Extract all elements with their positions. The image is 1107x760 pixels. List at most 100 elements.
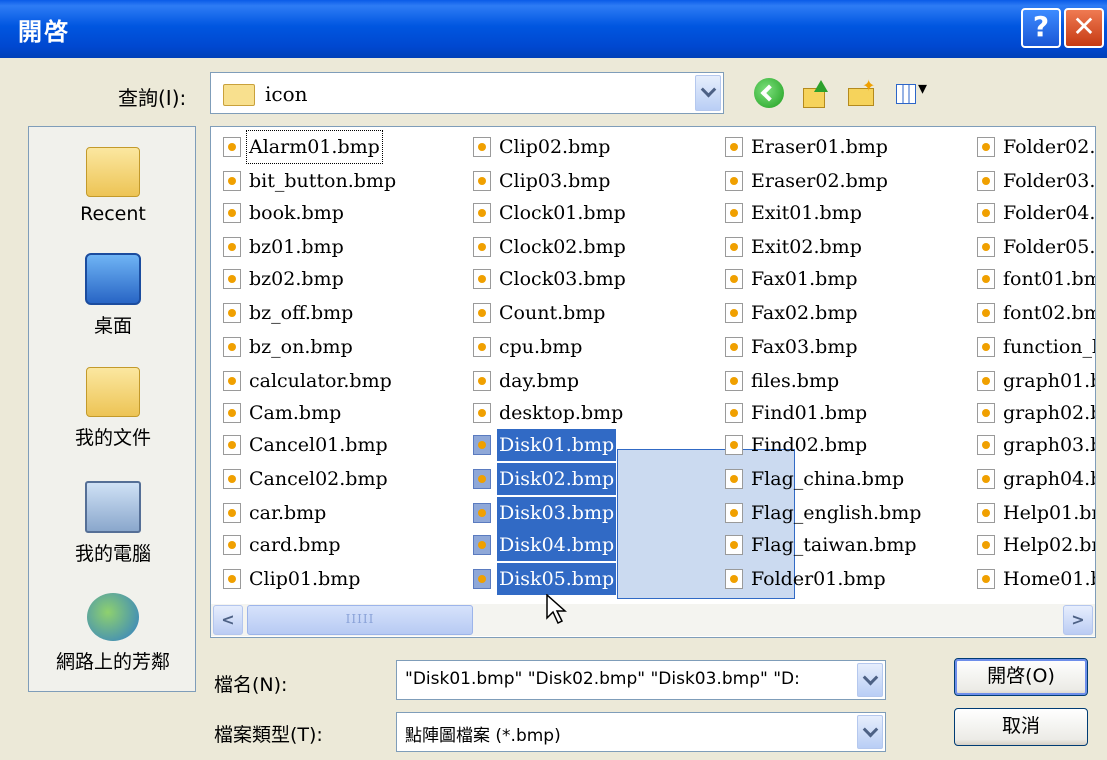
- file-item[interactable]: cpu.bmp: [465, 331, 705, 363]
- file-item[interactable]: Find01.bmp: [717, 397, 957, 429]
- close-button[interactable]: ✕: [1064, 8, 1104, 48]
- chevron-down-icon[interactable]: [857, 715, 883, 749]
- file-item[interactable]: Flag_english.bmp: [717, 497, 957, 529]
- file-item[interactable]: Clock01.bmp: [465, 197, 705, 229]
- place-desktop[interactable]: 桌面: [29, 253, 197, 338]
- file-item[interactable]: Disk03.bmp: [465, 497, 705, 529]
- file-item[interactable]: font02.bm: [969, 297, 1095, 329]
- place-recent[interactable]: Recent: [29, 147, 197, 225]
- file-item[interactable]: Disk05.bmp: [465, 563, 705, 595]
- scroll-right-icon[interactable]: >: [1063, 605, 1093, 635]
- file-name: Clock03.bmp: [499, 268, 626, 290]
- file-item[interactable]: Folder03.b: [969, 165, 1095, 197]
- file-item[interactable]: Fax02.bmp: [717, 297, 957, 329]
- file-item[interactable]: bz01.bmp: [215, 231, 455, 263]
- file-name: Disk02.bmp: [497, 463, 617, 495]
- file-item[interactable]: Clip03.bmp: [465, 165, 705, 197]
- filename-value: "Disk01.bmp" "Disk02.bmp" "Disk03.bmp" "…: [405, 669, 800, 689]
- file-item[interactable]: bit_button.bmp: [215, 165, 455, 197]
- file-item[interactable]: Fax01.bmp: [717, 263, 957, 295]
- cancel-button[interactable]: 取消: [954, 708, 1088, 746]
- file-item[interactable]: Help01.br: [969, 497, 1095, 529]
- file-item[interactable]: Flag_taiwan.bmp: [717, 529, 957, 561]
- bitmap-file-icon: [725, 535, 743, 555]
- file-item[interactable]: Fax03.bmp: [717, 331, 957, 363]
- scroll-left-icon[interactable]: <: [213, 605, 243, 635]
- new-folder-icon[interactable]: [846, 76, 876, 108]
- bitmap-file-icon: [977, 503, 995, 523]
- file-item[interactable]: Home01.b: [969, 563, 1095, 595]
- file-item[interactable]: Disk01.bmp: [465, 429, 705, 461]
- bitmap-file-icon: [223, 569, 241, 589]
- horizontal-scrollbar[interactable]: < IIIII >: [211, 604, 1095, 636]
- file-item[interactable]: Disk02.bmp: [465, 463, 705, 495]
- bitmap-file-icon: [473, 303, 491, 323]
- views-menu-icon[interactable]: [894, 78, 934, 108]
- file-item[interactable]: Clip02.bmp: [465, 131, 705, 163]
- place-my-documents[interactable]: 我的文件: [29, 367, 197, 450]
- lookin-label: 查詢(I):: [118, 86, 187, 110]
- back-icon[interactable]: [754, 78, 784, 108]
- file-item[interactable]: Help02.br: [969, 529, 1095, 561]
- file-item[interactable]: Eraser01.bmp: [717, 131, 957, 163]
- file-name: Clock01.bmp: [499, 202, 626, 224]
- file-item[interactable]: bz_off.bmp: [215, 297, 455, 329]
- place-network[interactable]: 網路上的芳鄰: [29, 593, 197, 674]
- file-item[interactable]: Cam.bmp: [215, 397, 455, 429]
- file-item[interactable]: Folder01.bmp: [717, 563, 957, 595]
- up-folder-icon[interactable]: [800, 78, 830, 108]
- bitmap-file-icon: [725, 469, 743, 489]
- bitmap-file-icon: [473, 137, 491, 157]
- file-item[interactable]: files.bmp: [717, 365, 957, 397]
- file-item[interactable]: Alarm01.bmp: [215, 130, 455, 164]
- file-item[interactable]: Exit02.bmp: [717, 231, 957, 263]
- file-item[interactable]: Cancel01.bmp: [215, 429, 455, 461]
- file-item[interactable]: Find02.bmp: [717, 429, 957, 461]
- filename-input[interactable]: "Disk01.bmp" "Disk02.bmp" "Disk03.bmp" "…: [396, 660, 886, 700]
- open-button[interactable]: 開啓(O): [954, 658, 1088, 696]
- file-item[interactable]: desktop.bmp: [465, 397, 705, 429]
- file-item[interactable]: Clip01.bmp: [215, 563, 455, 595]
- scroll-thumb[interactable]: IIIII: [247, 605, 473, 635]
- file-item[interactable]: graph02.b: [969, 397, 1095, 429]
- file-item[interactable]: Cancel02.bmp: [215, 463, 455, 495]
- file-item[interactable]: Folder02.b: [969, 131, 1095, 163]
- file-item[interactable]: Clock03.bmp: [465, 263, 705, 295]
- file-item[interactable]: graph01.b: [969, 365, 1095, 397]
- file-item[interactable]: font01.bm: [969, 263, 1095, 295]
- file-item[interactable]: car.bmp: [215, 497, 455, 529]
- bitmap-file-icon: [473, 371, 491, 391]
- file-item[interactable]: Folder04.b: [969, 197, 1095, 229]
- file-item[interactable]: day.bmp: [465, 365, 705, 397]
- file-item[interactable]: card.bmp: [215, 529, 455, 561]
- lookin-combo[interactable]: icon: [210, 72, 724, 114]
- file-item[interactable]: Eraser02.bmp: [717, 165, 957, 197]
- my-documents-icon: [86, 367, 140, 417]
- file-item[interactable]: bz02.bmp: [215, 263, 455, 295]
- file-item[interactable]: function_b: [969, 331, 1095, 363]
- file-item[interactable]: graph03.b: [969, 429, 1096, 461]
- file-item[interactable]: Folder05.b: [969, 231, 1095, 263]
- file-item[interactable]: Exit01.bmp: [717, 197, 957, 229]
- bitmap-file-icon: [473, 203, 491, 223]
- chevron-down-icon[interactable]: [695, 75, 721, 111]
- file-name: Fax02.bmp: [751, 302, 858, 324]
- file-item[interactable]: Clock02.bmp: [465, 231, 705, 263]
- file-name: graph03.b: [1003, 434, 1096, 456]
- place-my-computer[interactable]: 我的電腦: [29, 481, 197, 566]
- file-item[interactable]: graph04.b: [969, 463, 1095, 495]
- file-name: Exit01.bmp: [751, 202, 862, 224]
- file-item[interactable]: calculator.bmp: [215, 365, 455, 397]
- file-item[interactable]: bz_on.bmp: [215, 331, 455, 363]
- bitmap-file-icon: [725, 269, 743, 289]
- file-item[interactable]: Disk04.bmp: [465, 529, 705, 561]
- help-button[interactable]: ?: [1021, 8, 1061, 48]
- file-name: Cancel01.bmp: [249, 434, 388, 456]
- file-item[interactable]: Count.bmp: [465, 297, 705, 329]
- file-list[interactable]: Alarm01.bmp bit_button.bmp book.bmp bz01.bm…: [210, 126, 1096, 638]
- file-item[interactable]: Flag_china.bmp: [717, 463, 957, 495]
- file-name: bz02.bmp: [249, 268, 344, 290]
- file-item[interactable]: book.bmp: [215, 197, 455, 229]
- filetype-select[interactable]: 點陣圖檔案 (*.bmp): [396, 712, 886, 752]
- chevron-down-icon[interactable]: [857, 663, 883, 697]
